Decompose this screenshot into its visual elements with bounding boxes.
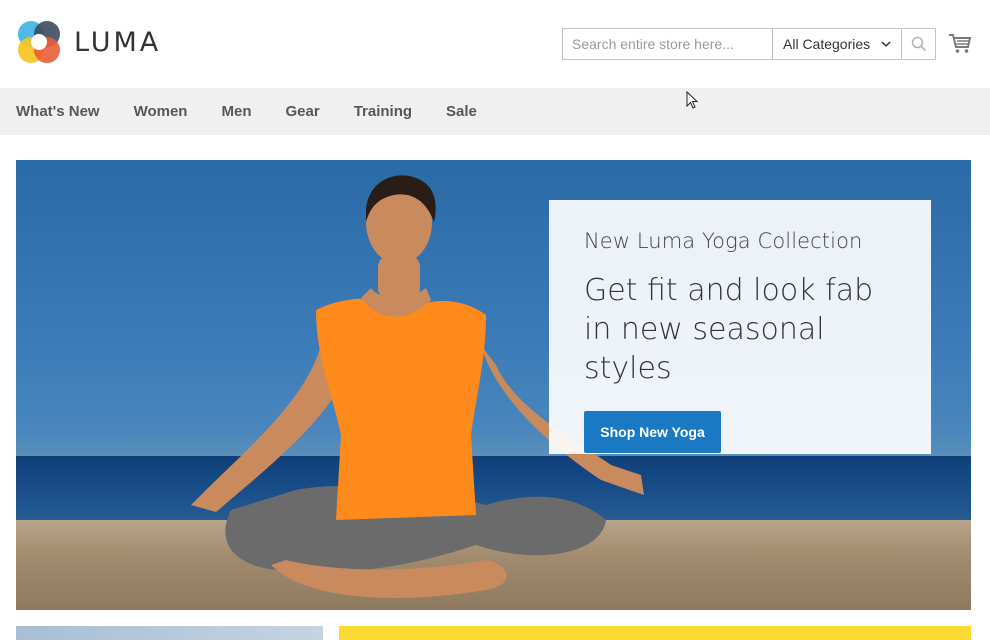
shop-new-yoga-button[interactable]: Shop New Yoga [584,411,721,453]
promo-tile-left[interactable] [16,626,323,640]
mouse-cursor-icon [686,91,699,109]
hero-banner[interactable]: New Luma Yoga Collection Get fit and loo… [16,160,971,610]
search-bar: All Categories [562,28,936,60]
category-select[interactable]: All Categories [772,29,901,59]
promo-tile-right[interactable] [339,626,971,640]
search-button[interactable] [901,29,935,59]
chevron-down-icon [881,41,891,48]
search-input[interactable] [563,29,772,59]
luma-logo-icon [18,21,60,63]
luma-logo[interactable]: LUMA [16,19,161,65]
promo-card: New Luma Yoga Collection Get fit and loo… [549,200,931,454]
site-header: LUMA All Categories [0,0,990,88]
brand-name: LUMA [74,26,162,58]
nav-item-men[interactable]: Men [221,103,251,120]
nav-item-whats-new[interactable]: What's New [16,103,100,120]
cart-icon[interactable] [948,31,972,55]
category-select-value: All Categories [783,36,871,52]
nav-item-sale[interactable]: Sale [446,103,477,120]
main-nav: What's New Women Men Gear Training Sale [0,88,990,135]
search-icon [911,36,926,52]
promo-subtitle: New Luma Yoga Collection [584,229,863,253]
promo-title: Get fit and look fab in new seasonal sty… [584,273,874,386]
nav-item-women[interactable]: Women [134,103,188,120]
nav-item-gear[interactable]: Gear [285,103,319,120]
nav-item-training[interactable]: Training [354,103,412,120]
